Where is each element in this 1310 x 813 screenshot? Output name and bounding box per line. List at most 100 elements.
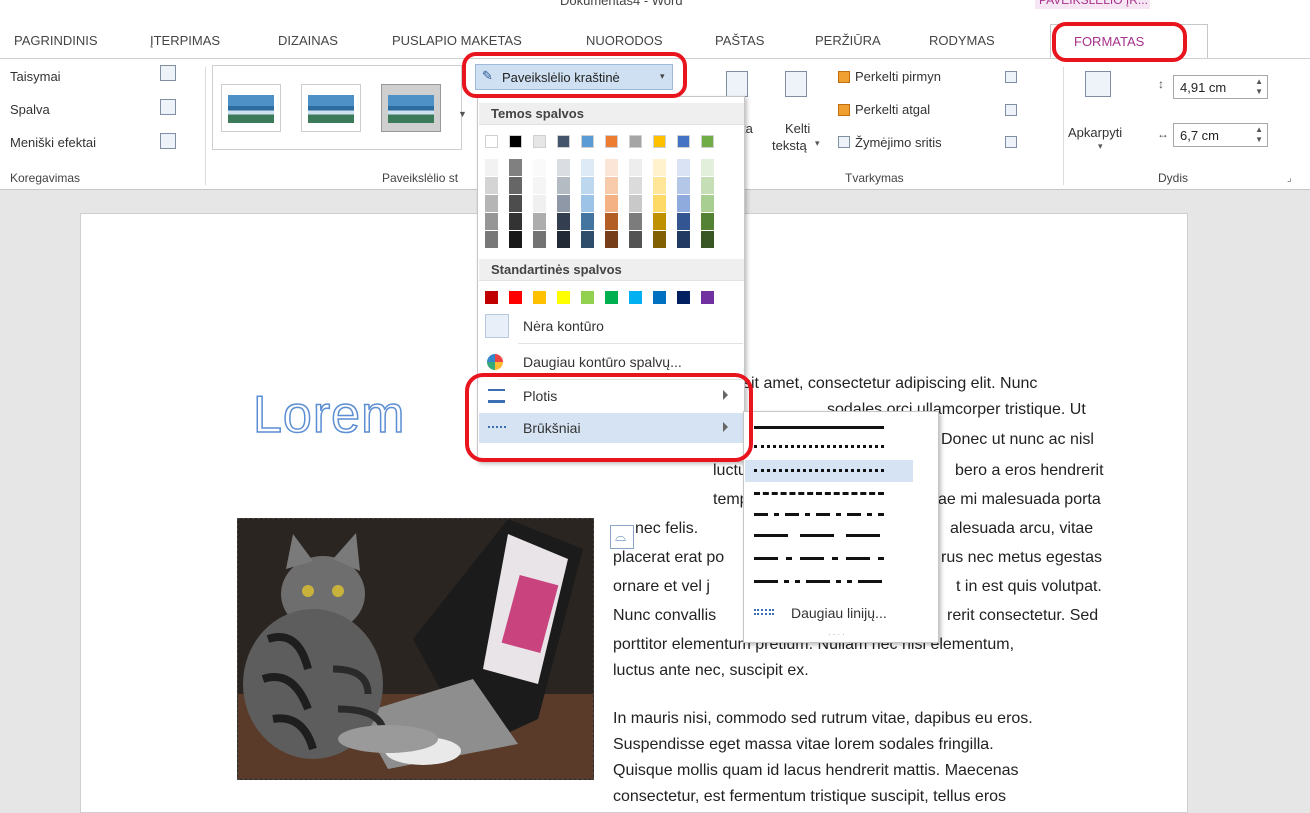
theme-color-shade[interactable] — [557, 195, 570, 212]
standard-color-swatch[interactable] — [677, 291, 690, 304]
dash-option-long-dash-dot[interactable] — [754, 557, 884, 560]
theme-color-shade[interactable] — [653, 177, 666, 194]
theme-color-shade[interactable] — [581, 195, 594, 212]
theme-color-shade[interactable] — [533, 231, 546, 248]
theme-color-swatch[interactable] — [557, 135, 570, 148]
heading-wordart[interactable]: Lorem — [252, 385, 405, 445]
wrap-text-icon[interactable] — [785, 71, 807, 97]
theme-color-swatch[interactable] — [533, 135, 546, 148]
color-button[interactable]: Spalva — [10, 102, 50, 117]
more-lines-item[interactable]: Daugiau linijų... — [745, 598, 939, 628]
theme-color-shade[interactable] — [581, 159, 594, 176]
theme-color-shade[interactable] — [629, 159, 642, 176]
dash-option-long-dash[interactable] — [754, 534, 884, 537]
picture-style-thumb[interactable] — [221, 84, 281, 132]
theme-color-shade[interactable] — [629, 231, 642, 248]
theme-color-shade[interactable] — [653, 159, 666, 176]
theme-color-swatch[interactable] — [509, 135, 522, 148]
theme-color-shade[interactable] — [677, 195, 690, 212]
theme-color-shade[interactable] — [653, 213, 666, 230]
theme-color-shade[interactable] — [533, 195, 546, 212]
theme-color-shade[interactable] — [557, 159, 570, 176]
tab-references[interactable]: NUORODOS — [586, 33, 663, 48]
tab-page-layout[interactable]: PUSLAPIO MAKETAS — [392, 33, 522, 48]
theme-color-shade[interactable] — [605, 195, 618, 212]
dash-option-square-dot[interactable] — [754, 469, 884, 472]
theme-color-shade[interactable] — [533, 177, 546, 194]
reset-picture-icon[interactable] — [160, 133, 176, 149]
theme-color-shade[interactable] — [629, 177, 642, 194]
align-icon[interactable] — [1005, 71, 1017, 83]
theme-color-shade[interactable] — [701, 231, 714, 248]
tab-view[interactable]: RODYMAS — [929, 33, 995, 48]
dialog-launcher-icon[interactable]: ⌟ — [1287, 173, 1292, 184]
theme-color-shade[interactable] — [557, 177, 570, 194]
theme-color-shade[interactable] — [509, 231, 522, 248]
dash-option-dash-dot[interactable] — [754, 513, 884, 516]
dash-option-long-dash-dot-dot[interactable] — [754, 580, 884, 583]
position-icon[interactable] — [726, 71, 748, 97]
theme-color-shade[interactable] — [557, 231, 570, 248]
rotate-icon[interactable] — [1005, 136, 1017, 148]
dash-option-dash[interactable] — [754, 492, 884, 495]
selection-pane-button[interactable]: Žymėjimo sritis — [855, 135, 942, 150]
theme-color-shade[interactable] — [485, 213, 498, 230]
theme-color-shade[interactable] — [629, 195, 642, 212]
standard-color-swatch[interactable] — [581, 291, 594, 304]
theme-color-swatch[interactable] — [629, 135, 642, 148]
group-objects-icon[interactable] — [1005, 104, 1017, 116]
theme-color-shade[interactable] — [701, 177, 714, 194]
tab-review[interactable]: PERŽIŪRA — [815, 33, 881, 48]
theme-color-shade[interactable] — [701, 213, 714, 230]
crop-button[interactable]: Apkarpyti — [1068, 125, 1122, 140]
selection-pane-icon[interactable] — [838, 136, 850, 148]
send-backward-button[interactable]: Perkelti atgal — [855, 102, 930, 117]
tab-home[interactable]: PAGRINDINIS — [14, 33, 98, 48]
change-picture-icon[interactable] — [160, 99, 176, 115]
theme-color-swatch[interactable] — [677, 135, 690, 148]
theme-color-shade[interactable] — [677, 213, 690, 230]
theme-color-shade[interactable] — [557, 213, 570, 230]
send-backward-icon[interactable] — [838, 104, 850, 116]
theme-color-swatch[interactable] — [701, 135, 714, 148]
cat-photo[interactable] — [237, 518, 594, 780]
theme-color-shade[interactable] — [533, 213, 546, 230]
theme-color-shade[interactable] — [677, 231, 690, 248]
theme-color-shade[interactable] — [533, 159, 546, 176]
crop-icon[interactable] — [1085, 71, 1111, 97]
spin-arrows-icon[interactable]: ▲ ▼ — [1255, 77, 1263, 97]
theme-color-shade[interactable] — [677, 177, 690, 194]
chevron-down-icon[interactable]: ▾ — [1098, 141, 1103, 152]
tab-design[interactable]: DIZAINAS — [278, 33, 338, 48]
wrap-text-label-2[interactable]: tekstą — [772, 138, 807, 153]
theme-color-shade[interactable] — [581, 231, 594, 248]
theme-color-shade[interactable] — [509, 213, 522, 230]
theme-color-shade[interactable] — [509, 159, 522, 176]
picture-styles-gallery[interactable] — [212, 65, 462, 150]
theme-color-swatch[interactable] — [581, 135, 594, 148]
theme-color-shade[interactable] — [653, 195, 666, 212]
theme-color-shade[interactable] — [581, 213, 594, 230]
tab-insert[interactable]: ĮTERPIMAS — [150, 33, 220, 48]
theme-color-swatch[interactable] — [485, 135, 498, 148]
chevron-down-icon[interactable]: ▾ — [815, 138, 820, 149]
theme-color-shade[interactable] — [605, 177, 618, 194]
standard-color-swatch[interactable] — [629, 291, 642, 304]
theme-color-shade[interactable] — [605, 231, 618, 248]
corrections-button[interactable]: Taisymai — [10, 69, 61, 84]
resize-grip-icon[interactable]: ···· — [828, 630, 847, 639]
gallery-scroll-icon[interactable]: ▼ — [458, 109, 467, 119]
no-outline-item[interactable]: Nėra kontūro — [479, 311, 744, 341]
bring-forward-button[interactable]: Perkelti pirmyn — [855, 69, 941, 84]
theme-color-shade[interactable] — [485, 177, 498, 194]
theme-color-shade[interactable] — [485, 195, 498, 212]
picture-style-thumb[interactable] — [301, 84, 361, 132]
theme-color-swatch[interactable] — [653, 135, 666, 148]
standard-color-swatch[interactable] — [533, 291, 546, 304]
standard-color-swatch[interactable] — [701, 291, 714, 304]
standard-color-swatch[interactable] — [605, 291, 618, 304]
standard-color-swatch[interactable] — [653, 291, 666, 304]
compress-pictures-icon[interactable] — [160, 65, 176, 81]
standard-color-swatch[interactable] — [509, 291, 522, 304]
theme-color-swatch[interactable] — [605, 135, 618, 148]
